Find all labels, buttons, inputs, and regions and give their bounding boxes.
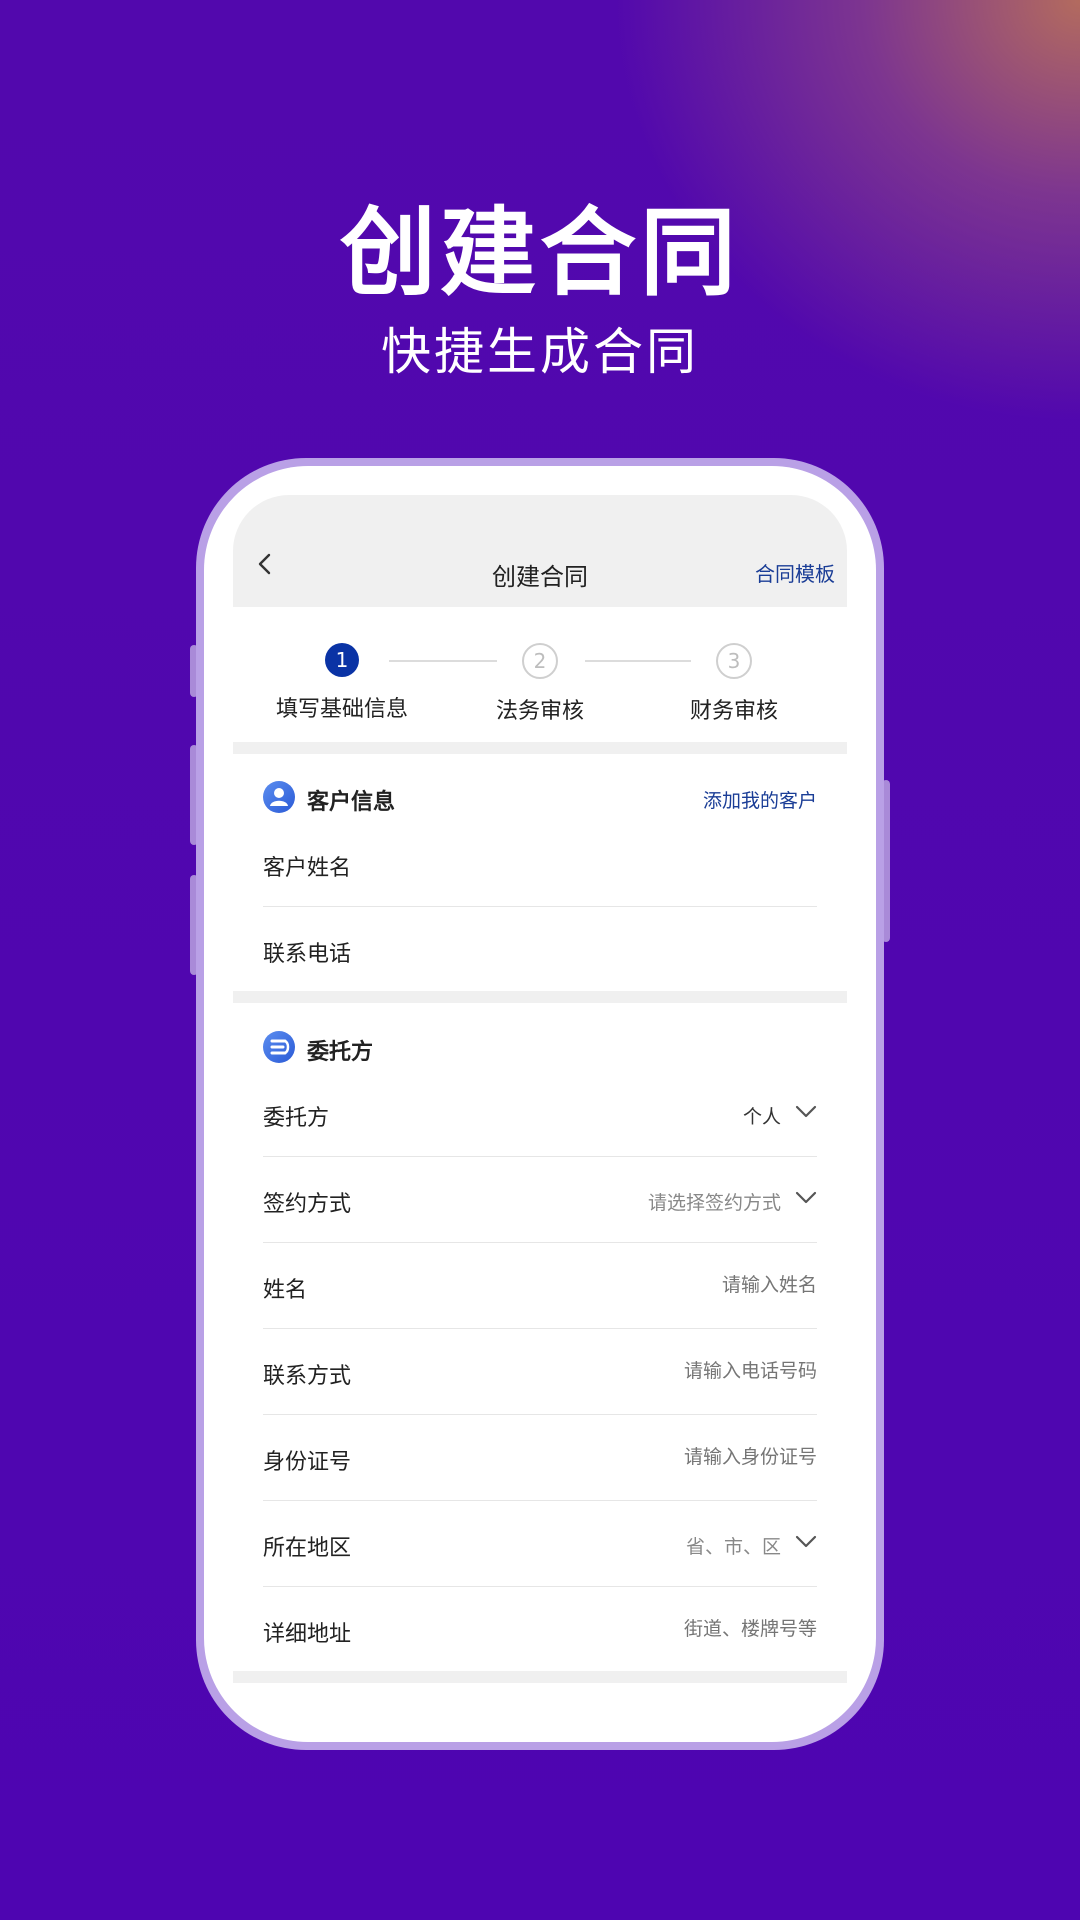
progress-steps: 1 填写基础信息 2 法务审核 3 财务审核 <box>233 607 847 737</box>
customer-name-field[interactable]: 客户姓名 <box>263 821 817 907</box>
field-label: 客户姓名 <box>263 856 352 881</box>
region-select[interactable]: 所在地区 省、市、区 <box>263 1501 817 1587</box>
user-icon <box>263 781 295 813</box>
section-divider <box>233 991 847 1003</box>
principal-section-title: 委托方 <box>307 1040 374 1065</box>
step-number: 3 <box>716 643 752 679</box>
step-number: 2 <box>522 643 558 679</box>
step-label: 填写基础信息 <box>275 697 408 722</box>
add-my-customer-link[interactable]: 添加我的客户 <box>703 786 817 813</box>
navbar: 创建合同 合同模板 <box>233 495 847 607</box>
customer-section-title: 客户信息 <box>307 790 396 815</box>
signing-method-select[interactable]: 签约方式 请选择签约方式 <box>263 1157 817 1243</box>
field-label: 所在地区 <box>263 1536 352 1561</box>
address-input[interactable] <box>517 1618 817 1640</box>
field-label: 委托方 <box>263 1106 330 1131</box>
hero-title: 创建合同 <box>340 197 740 309</box>
hero-subtitle: 快捷生成合同 <box>381 323 699 381</box>
chevron-down-icon <box>795 1191 817 1204</box>
principal-section-header: 委托方 <box>263 1027 817 1067</box>
app-screen: 创建合同 合同模板 1 填写基础信息 2 法务审核 3 财务审核 客户信息 添加… <box>233 495 847 1685</box>
step-3: 3 财务审核 <box>644 643 824 725</box>
name-field: 姓名 <box>263 1243 817 1329</box>
principal-icon <box>263 1031 295 1063</box>
customer-phone-field[interactable]: 联系电话 <box>263 907 817 993</box>
contract-template-link[interactable]: 合同模板 <box>755 558 835 587</box>
principal-type-select[interactable]: 委托方 个人 <box>263 1071 817 1157</box>
step-1: 1 填写基础信息 <box>252 643 432 723</box>
field-placeholder: 请选择签约方式 <box>647 1192 781 1214</box>
step-2: 2 法务审核 <box>450 643 630 725</box>
name-input[interactable] <box>517 1274 817 1296</box>
field-value: 个人 <box>742 1106 781 1128</box>
field-label: 详细地址 <box>263 1622 352 1647</box>
field-placeholder: 省、市、区 <box>685 1536 781 1558</box>
chevron-down-icon <box>795 1105 817 1118</box>
step-label: 财务审核 <box>689 699 778 724</box>
field-label: 姓名 <box>263 1278 308 1303</box>
customer-section-header: 客户信息 添加我的客户 <box>263 777 817 817</box>
step-label: 法务审核 <box>495 699 584 724</box>
chevron-down-icon <box>795 1535 817 1548</box>
field-label: 签约方式 <box>263 1192 352 1217</box>
id-number-input[interactable] <box>517 1446 817 1468</box>
id-number-field: 身份证号 <box>263 1415 817 1501</box>
phone-input[interactable] <box>517 1360 817 1382</box>
field-label: 身份证号 <box>263 1450 352 1475</box>
address-field: 详细地址 <box>263 1587 817 1673</box>
step-number: 1 <box>325 643 359 677</box>
field-label: 联系电话 <box>263 942 352 967</box>
field-label: 联系方式 <box>263 1364 352 1389</box>
contact-field: 联系方式 <box>263 1329 817 1415</box>
section-divider <box>233 1671 847 1683</box>
section-divider <box>233 742 847 754</box>
